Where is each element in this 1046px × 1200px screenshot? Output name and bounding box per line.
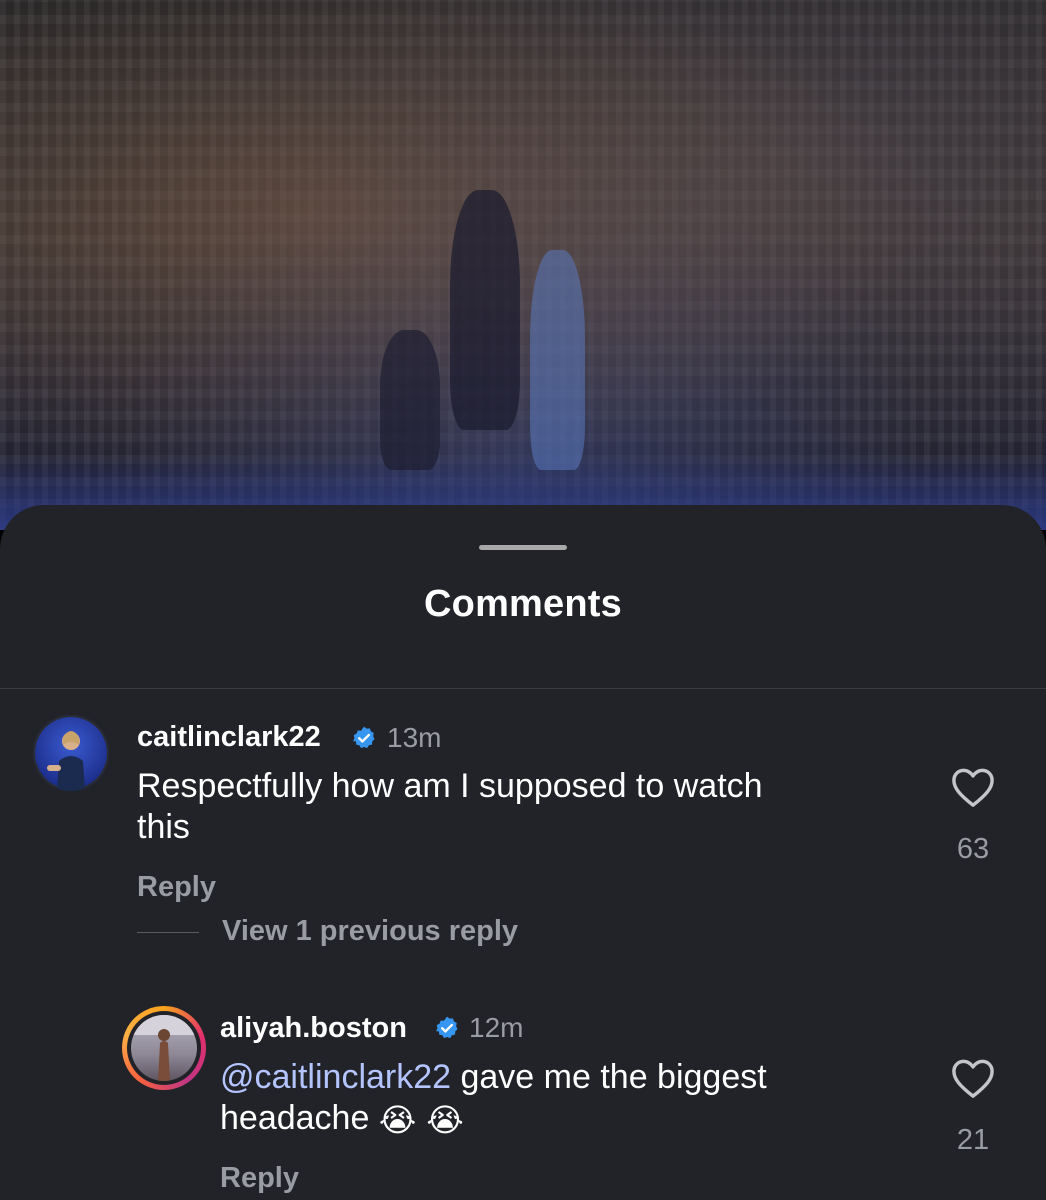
like-count: 21 [956, 1124, 990, 1156]
reply-button[interactable]: Reply [220, 1162, 299, 1195]
avatar [127, 1011, 201, 1085]
comment-username[interactable]: aliyah.boston [220, 1012, 407, 1045]
mention-link[interactable]: @caitlinclark22 [220, 1058, 451, 1096]
sheet-title: Comments [424, 583, 622, 625]
comment-text-line: @caitlinclark22 gave me the biggest [220, 1057, 767, 1098]
comment-text-segment: headache [220, 1099, 379, 1137]
avatar-photo [131, 1015, 197, 1081]
view-previous-replies-button[interactable]: View 1 previous reply [222, 915, 518, 948]
comments-sheet: Comments caitlinclark22 13m Respectfully… [0, 505, 1046, 1200]
comment-text: @caitlinclark22 gave me the biggest head… [220, 1057, 767, 1141]
player-figure [530, 250, 585, 470]
avatar[interactable] [33, 715, 109, 791]
player-figure [450, 190, 520, 430]
sheet-grabber[interactable] [479, 545, 567, 550]
heart-icon[interactable] [950, 766, 996, 808]
heart-icon[interactable] [950, 1057, 996, 1099]
player-figure [380, 330, 440, 470]
comment-text-line: Respectfully how am I supposed to watch [137, 767, 763, 805]
comment-text: Respectfully how am I supposed to watch … [137, 766, 763, 848]
comment-text-line: headache 😭 😭 [220, 1098, 767, 1141]
like-count: 63 [956, 833, 990, 865]
avatar-story-ring[interactable] [122, 1006, 206, 1090]
comment-timestamp: 12m [469, 1012, 524, 1043]
avatar-figure [131, 1015, 197, 1081]
crying-emoji: 😭 😭 [378, 1101, 464, 1139]
header-divider [0, 688, 1046, 689]
comment-text-segment: gave me the biggest [451, 1058, 767, 1096]
replies-divider-line [137, 932, 199, 933]
avatar-photo [47, 731, 85, 791]
comment-text-line: this [137, 808, 190, 846]
video-background[interactable] [0, 0, 1046, 530]
comment-username[interactable]: caitlinclark22 [137, 721, 321, 754]
verified-badge-icon [436, 1016, 458, 1039]
comment-timestamp: 13m [387, 722, 442, 753]
reply-button[interactable]: Reply [137, 871, 216, 904]
verified-badge-icon [353, 726, 375, 749]
